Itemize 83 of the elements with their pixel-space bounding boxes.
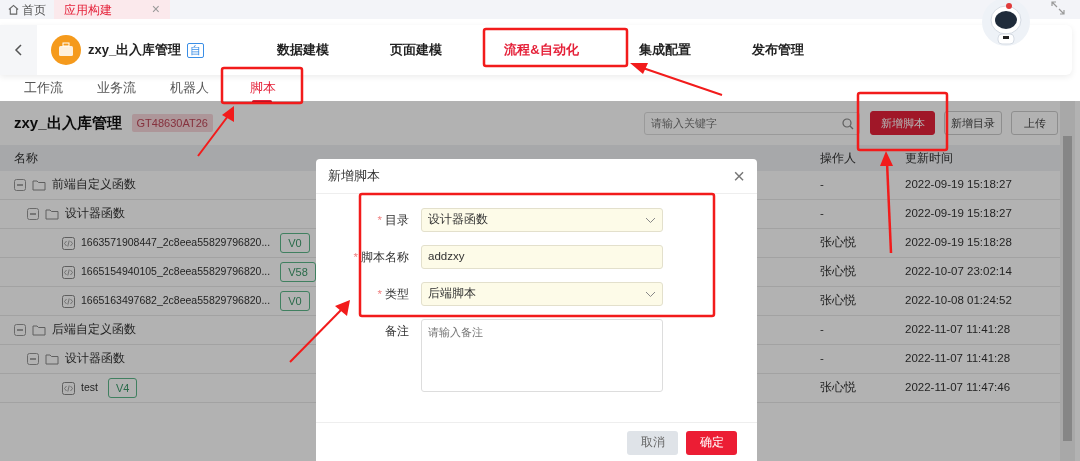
code-file-icon [62,381,75,395]
script-name[interactable]: test [81,380,98,396]
toolbar-button[interactable]: 上传 [1011,111,1058,135]
app-name: zxy_出入库管理 [88,41,182,60]
toolbar-button[interactable]: 新增脚本 [870,111,935,135]
subtab[interactable]: 工作流 [7,78,80,98]
dialog-title: 新增脚本 [328,167,380,186]
table-cell: 2022-09-19 15:18:27 [905,207,1012,220]
dialog-button[interactable]: 确定 [686,431,737,455]
search-field[interactable]: 请输入关键字 [644,111,860,135]
nav-tab[interactable]: 流程&自动化 [496,40,632,60]
field-label: 脚本名称 [361,251,409,263]
code-file-icon [62,294,75,308]
script-name[interactable]: 1665163497682_2c8eea55829796820... [81,293,271,309]
table-cell: 张心悦 [820,236,856,249]
folder-icon [32,324,46,336]
table-cell: - [820,178,824,191]
collapse-toggle[interactable] [27,208,39,220]
textarea-field[interactable]: 请输入备注 [421,319,663,392]
required-mark: * [353,251,358,263]
nav-tab[interactable]: 集成配置 [631,40,745,60]
script-name[interactable]: 1663571908447_2c8eea55829796820... [81,235,271,251]
back-icon [14,44,23,56]
nav-tab[interactable]: 发布管理 [744,40,845,60]
table-cell: 2022-11-07 11:41:28 [905,323,1011,336]
column-header: 更新时间 [905,151,953,165]
folder-icon [32,179,46,191]
subtab[interactable]: 机器人 [153,78,226,98]
nav-tab[interactable]: 页面建模 [382,40,497,60]
table-cell: 2022-09-19 15:18:28 [905,236,1012,249]
folder-name: 设计器函数 [65,351,125,367]
collapse-toggle[interactable] [27,353,39,365]
column-header: 名称 [14,150,38,167]
tab[interactable]: 首页 [0,0,54,19]
app-badge: 自 [187,42,205,58]
field-label: 类型 [385,288,409,300]
table-cell: - [820,323,824,336]
table-cell: 2022-09-19 15:18:27 [905,178,1012,191]
version-tag: V0 [280,290,310,312]
version-tag: V58 [280,261,316,283]
table-cell: - [820,207,824,220]
script-name[interactable]: 1665154940105_2c8eea55829796820... [81,264,271,280]
chevron-down-icon [645,216,656,224]
table-cell: 张心悦 [820,265,856,278]
table-cell: 2022-11-07 11:47:46 [905,381,1011,394]
folder-name: 设计器函数 [65,206,125,222]
app-logo-icon [51,35,81,65]
table-cell: 张心悦 [820,294,856,307]
table-cell: 2022-10-08 01:24:52 [905,294,1012,307]
required-mark: * [377,214,382,226]
field-label: 备注 [385,325,409,337]
folder-name: 后端自定义函数 [52,322,136,338]
subtab[interactable]: 业务流 [80,78,153,98]
search-icon[interactable] [842,117,854,130]
required-mark: * [377,288,382,300]
version-tag: V4 [107,377,138,399]
code-file-icon [62,265,75,279]
input-field[interactable]: addzxy [421,245,663,269]
table-cell: 张心悦 [820,381,856,394]
tab[interactable]: 应用构建 × [54,0,170,19]
version-tag: V0 [280,232,310,254]
code-file-icon [62,236,75,250]
select-field[interactable]: 后端脚本 [421,282,663,306]
column-header: 操作人 [820,151,856,165]
page-title: zxy_出入库管理 [14,112,122,133]
dialog-button[interactable]: 取消 [627,431,678,455]
code-tag: GT48630AT26 [131,113,213,133]
toolbar-button[interactable]: 新增目录 [944,111,1002,135]
scrollbar-thumb[interactable] [1063,136,1072,441]
collapse-toggle[interactable] [14,179,26,191]
nav-tab[interactable]: 数据建模 [269,40,383,60]
close-button[interactable]: × [733,166,745,186]
collapse-toggle[interactable] [14,324,26,336]
folder-icon [45,353,59,365]
folder-icon [45,208,59,220]
fullscreen-icon[interactable] [1051,1,1065,15]
table-cell: 2022-11-07 11:41:28 [905,352,1011,365]
table-cell: 2022-10-07 23:02:14 [905,265,1012,278]
folder-name: 前端自定义函数 [52,177,136,193]
select-field[interactable]: 设计器函数 [421,208,663,232]
field-label: 目录 [385,214,409,226]
chevron-down-icon [645,290,656,298]
table-cell: - [820,352,824,365]
